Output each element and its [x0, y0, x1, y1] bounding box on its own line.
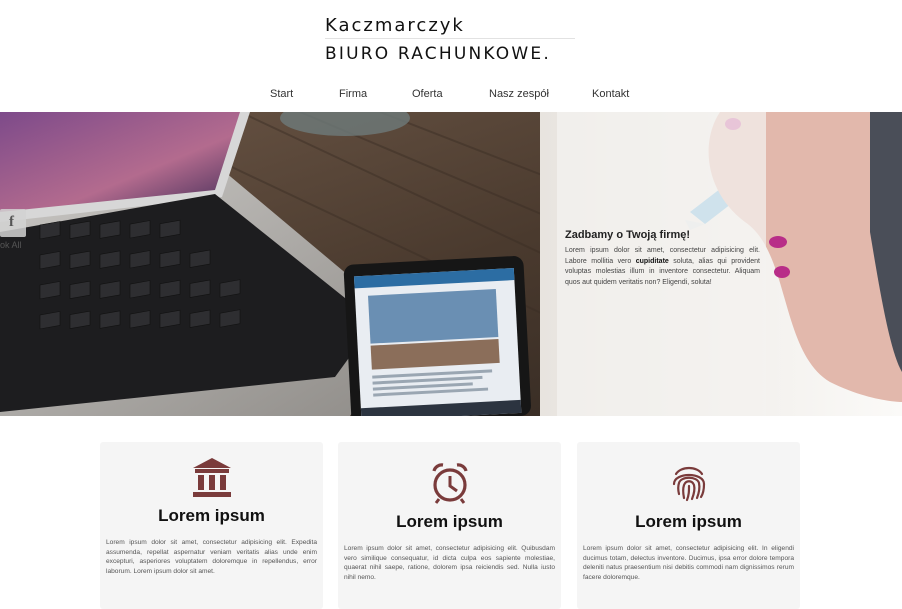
brand-logo[interactable]: Kaczmarczyk BIURO RACHUNKOWE.: [325, 14, 575, 69]
nav-item-start[interactable]: Start: [270, 88, 293, 100]
nav-item-oferta[interactable]: Oferta: [412, 88, 443, 100]
alarm-clock-icon: [431, 463, 468, 504]
feature-card-3: Lorem ipsum Lorem ipsum dolor sit amet, …: [577, 442, 800, 609]
bank-icon: [192, 458, 231, 497]
brand-name: Kaczmarczyk: [325, 15, 465, 36]
feature-card-title: Lorem ipsum: [635, 512, 742, 531]
main-nav: Start Firma Oferta Nasz zespół Kontakt: [0, 88, 902, 108]
hero-photo: [0, 112, 902, 416]
feature-card-text: Lorem ipsum dolor sit amet, consectetur …: [583, 545, 794, 581]
fingerprint-icon: [672, 466, 705, 502]
feature-card-1: Lorem ipsum Lorem ipsum dolor sit amet, …: [100, 442, 323, 609]
hero-title: Zadbamy o Twoją firmę!: [565, 229, 691, 241]
feature-card-2: Lorem ipsum Lorem ipsum dolor sit amet, …: [338, 442, 561, 609]
nav-item-firma[interactable]: Firma: [339, 88, 367, 100]
hero-emphasis: cupiditate: [635, 257, 669, 265]
facebook-button[interactable]: f: [0, 209, 26, 237]
feature-card-title: Lorem ipsum: [396, 512, 503, 531]
hero-banner: Zadbamy o Twoją firmę! Lorem ipsum dolor…: [0, 112, 902, 416]
hero-description: Lorem ipsum dolor sit amet, consectetur …: [565, 247, 761, 286]
feature-card-title: Lorem ipsum: [158, 506, 265, 525]
brand-tagline: BIURO RACHUNKOWE.: [325, 44, 551, 64]
nav-item-kontakt[interactable]: Kontakt: [592, 88, 629, 100]
facebook-icon: f: [9, 214, 14, 230]
feature-card-text: Lorem ipsum dolor sit amet, consectetur …: [344, 545, 555, 581]
nav-item-nasz-zespol[interactable]: Nasz zespół: [489, 88, 549, 100]
feature-card-text: Lorem ipsum dolor sit amet, consectetur …: [106, 539, 317, 575]
laptop-screen-text: ok All: [0, 240, 22, 250]
